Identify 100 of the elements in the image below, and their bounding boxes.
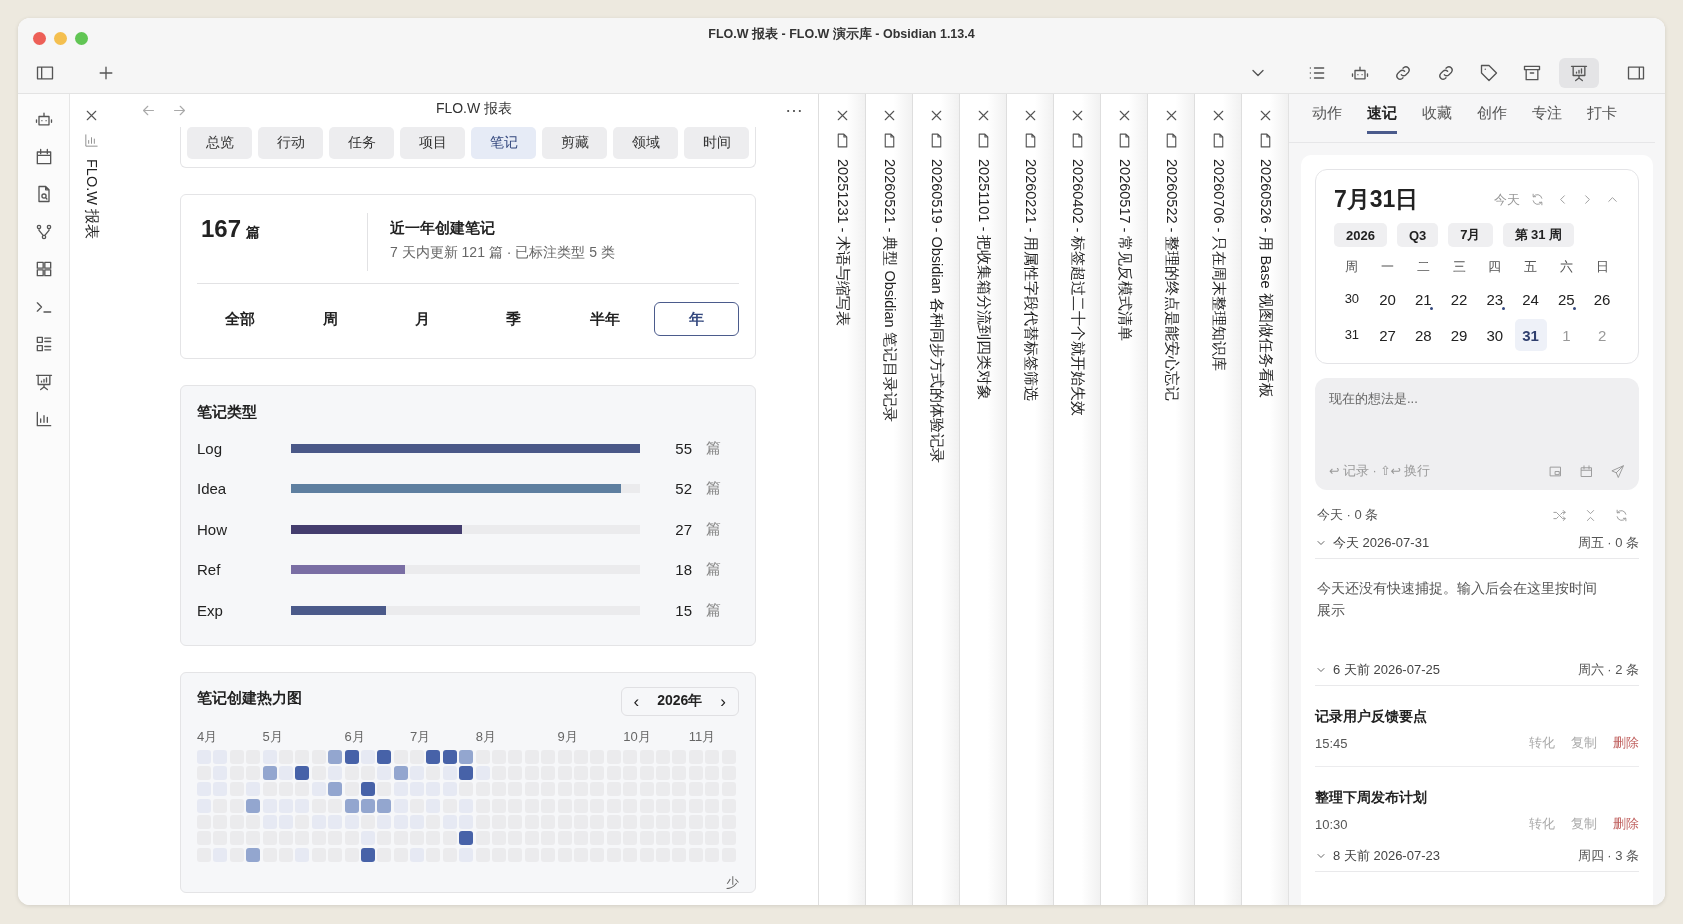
month-label: 8月 [475,727,497,746]
type-count: 18 [674,561,692,579]
weekday-label: 三 [1451,258,1467,276]
calendar-day[interactable]: 23 [1479,283,1511,315]
calendar-day[interactable]: 21 [1407,283,1440,315]
group-title[interactable]: 今天 2026-07-31 [1333,534,1430,552]
type-count: 55 [674,439,692,457]
stacked-tab[interactable]: 20260519 - Obsidian 各种同步方式的体验记录 [912,94,959,905]
report-tab[interactable]: 笔记 [471,127,536,159]
week-number: 30 [1343,290,1361,308]
capture-title: 记录用户反馈要点 [1315,708,1428,726]
type-name: How [197,520,228,538]
report-tab[interactable]: 领域 [613,127,678,159]
sidebar-tab[interactable]: 专注 [1532,94,1562,134]
weekday-label: 五 [1523,258,1539,276]
stacked-tab[interactable]: 20260522 - 整理的终点是能安心忘记 [1147,94,1194,905]
type-name: Ref [197,561,222,579]
empty-message: 今天还没有快速捕捉。输入后会在这里按时间展示 [1317,579,1598,620]
stacked-tab[interactable]: 20260526 - 用 Base 视图做任务看板 [1241,94,1288,905]
stacked-tab[interactable]: 20251101 - 把收集箱分流到四类对象 [959,94,1006,905]
range-option[interactable]: 年 [653,302,739,336]
group-meta: 周五 · 0 条 [1577,534,1639,552]
month-label: 4月 [197,727,219,746]
calendar-day[interactable]: 26 [1586,283,1618,315]
range-option[interactable]: 周 [288,302,374,336]
calendar-day[interactable]: 31 [1514,319,1547,351]
calendar-day[interactable]: 28 [1407,319,1440,351]
period-chip[interactable]: Q3 [1396,223,1439,247]
group-title[interactable]: 6 天前 2026-07-25 [1333,661,1440,679]
card-title: 笔记类型 [197,403,258,422]
type-name: Log [197,439,224,457]
stacked-tab[interactable]: 20251231 - 术语与缩写表 [818,94,865,905]
archive-icon[interactable] [1522,63,1542,83]
month-label: 9月 [557,727,579,746]
tab-title[interactable]: FLO.W 报表 [83,159,100,239]
close-window-button[interactable] [33,31,46,45]
summary-title: 近一年创建笔记 [390,219,496,238]
count-unit: 篇 [706,479,721,499]
summary-subtitle: 7 天内更新 121 篇 · 已标注类型 5 类 [390,244,615,262]
presentation-icon[interactable] [1569,63,1589,83]
stacked-tab[interactable]: 20260521 - 典型 Obsidian 笔记目录记录 [865,94,912,905]
note-count: 167 [201,215,242,243]
presentation-button[interactable] [1559,58,1599,88]
bar-chart-icon [83,132,100,149]
report-tab[interactable]: 剪藏 [542,127,607,159]
shuffle-icon[interactable] [1552,507,1567,523]
legend-label: 少 [726,873,739,892]
calendar-day[interactable]: 22 [1443,283,1475,315]
calendar-day[interactable]: 24 [1514,283,1547,315]
calendar-day[interactable]: 30 [1479,319,1511,351]
stacked-tab[interactable]: 20260402 - 标签超过二十个就开始失效 [1053,94,1100,905]
report-tab[interactable]: 行动 [258,127,323,159]
calendar-day[interactable]: 25 [1550,283,1583,315]
tab-title: 20251231 - 术语与缩写表 [833,159,851,327]
tab-title: 20260706 - 只在周末整理知识库 [1209,159,1227,372]
sidebar-tab[interactable]: 收藏 [1422,94,1452,134]
type-name: Exp [197,601,224,619]
group-title[interactable]: 8 天前 2026-07-23 [1333,847,1440,865]
period-chip[interactable]: 2026 [1334,223,1387,247]
calendar-day[interactable]: 29 [1443,319,1475,351]
count-unit: 篇 [246,224,261,242]
tab-title: 20251101 - 把收集箱分流到四类对象 [974,159,992,401]
sidebar-tab[interactable]: 打卡 [1587,94,1617,134]
item-action[interactable]: 删除 [1613,815,1639,833]
report-tab[interactable]: 时间 [684,127,749,159]
weekday-label: 日 [1594,258,1610,276]
capture-field[interactable]: 现在的想法是... [1329,390,1625,463]
sidebar-tab[interactable]: 速记 [1367,94,1397,134]
sidebar-tab[interactable]: 动作 [1312,94,1342,134]
type-count: 52 [674,480,692,498]
range-option[interactable]: 半年 [562,302,648,336]
next-year-button[interactable]: › [720,692,726,710]
item-action[interactable]: 删除 [1613,734,1639,752]
report-tab[interactable]: 总览 [187,127,252,159]
calendar-day[interactable]: 20 [1371,283,1404,315]
period-chip[interactable]: 7月 [1448,223,1493,247]
period-chip[interactable]: 第 31 周 [1502,223,1575,247]
link-icon[interactable] [1436,63,1456,83]
month-label: 11月 [688,727,717,746]
weekday-label: 二 [1415,258,1431,276]
tab-title: 20260522 - 整理的终点是能安心忘记 [1162,159,1180,402]
range-option[interactable]: 全部 [197,302,283,336]
sidebar-tab[interactable]: 创作 [1477,94,1507,134]
report-tab[interactable]: 项目 [400,127,465,159]
report-tab[interactable]: 任务 [329,127,394,159]
range-option[interactable]: 月 [379,302,465,336]
count-unit: 篇 [706,519,721,539]
tab-title: 20260526 - 用 Base 视图做任务看板 [1256,159,1274,398]
link-icon[interactable] [1393,63,1413,83]
tag-icon[interactable] [1479,63,1499,83]
list-summary: 今天 · 0 条 [1317,506,1379,524]
week-number: 31 [1343,326,1361,344]
stacked-tab[interactable]: 20260221 - 用属性字段代替标签筛选 [1006,94,1053,905]
calendar-day[interactable]: 27 [1371,319,1404,351]
type-count: 15 [674,601,692,619]
range-option[interactable]: 季 [471,302,557,336]
stacked-tab[interactable]: 20260706 - 只在周末整理知识库 [1194,94,1241,905]
stacked-tab[interactable]: 20260517 - 常见反模式清单 [1100,94,1147,905]
previous-year-button[interactable]: ‹ [633,692,640,710]
weekday-label: 周 [1344,258,1360,276]
